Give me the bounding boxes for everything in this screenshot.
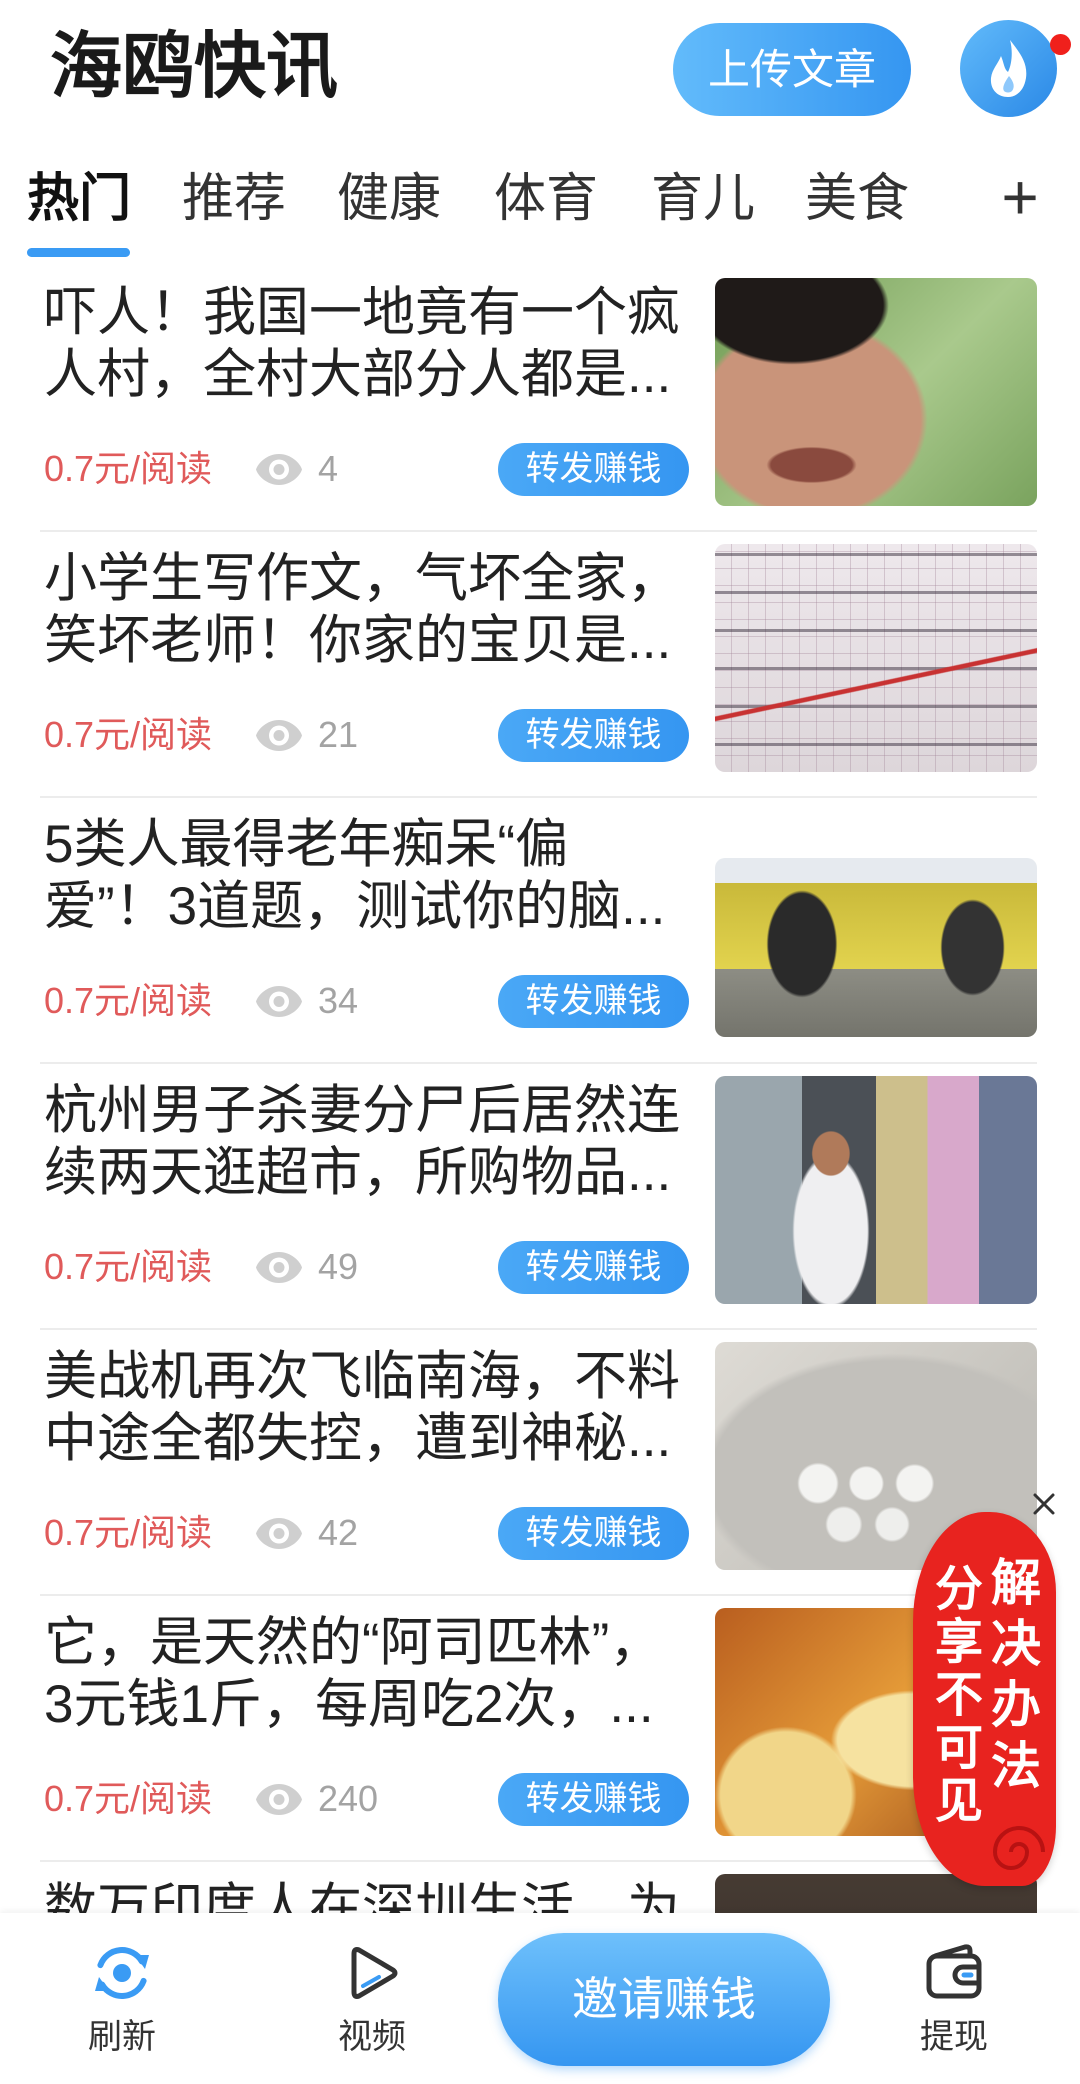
read-reward: 0.7元/阅读 xyxy=(44,448,213,489)
nav-withdraw[interactable]: 提现 xyxy=(894,1913,1014,2084)
view-count: 240 xyxy=(318,1778,379,1819)
tab-sports[interactable]: 体育 xyxy=(494,169,598,229)
eye-icon xyxy=(256,1784,302,1815)
share-earn-button[interactable]: 转发赚钱 xyxy=(498,975,689,1028)
view-count: 21 xyxy=(318,714,359,755)
nav-video-label: 视频 xyxy=(338,2018,406,2056)
view-count: 42 xyxy=(318,1512,359,1553)
article-title-line: 数万印度人在深圳生活，为 xyxy=(44,1879,680,1913)
nav-refresh-label: 刷新 xyxy=(88,2018,156,2056)
tab-hot[interactable]: 热门 xyxy=(27,169,131,229)
view-count: 4 xyxy=(318,448,339,489)
eye-icon xyxy=(256,1518,302,1549)
article-title-line: 笑坏老师！你家的宝贝是... xyxy=(44,611,672,670)
article-thumbnail xyxy=(715,278,1037,506)
article-thumbnail xyxy=(715,1076,1037,1304)
eye-icon xyxy=(256,454,302,485)
article-item[interactable]: 小学生写作文，气坏全家， 笑坏老师！你家的宝贝是... 0.7元/阅读 21 转… xyxy=(0,532,1080,798)
refresh-icon xyxy=(95,1947,149,1999)
share-invisible-help-badge[interactable]: 分享不可见 解决办法 xyxy=(913,1512,1056,1886)
wallet-icon xyxy=(926,1944,982,1999)
article-title-line: 人村，全村大部分人都是... xyxy=(44,345,672,404)
share-earn-button[interactable]: 转发赚钱 xyxy=(498,1507,689,1560)
article-title-line: 它，是天然的“阿司匹林”， xyxy=(44,1613,663,1672)
app-title: 海鸥快讯 xyxy=(50,27,339,107)
article-item[interactable]: 美战机再次飞临南海，不料 中途全都失控，遭到神秘... 0.7元/阅读 42 转… xyxy=(0,1330,1080,1596)
article-thumbnail xyxy=(715,858,1037,1037)
article-title-line: 吓人！我国一地竟有一个疯 xyxy=(44,283,680,342)
tab-health[interactable]: 健康 xyxy=(337,169,441,229)
app-header: 海鸥快讯 上传文章 xyxy=(0,0,1080,150)
read-reward: 0.7元/阅读 xyxy=(44,980,213,1021)
article-title-line: 中途全都失控，遭到神秘... xyxy=(44,1409,672,1468)
eye-icon xyxy=(256,720,302,751)
category-tabs: 热门 推荐 健康 体育 育儿 美食 + xyxy=(0,150,1080,266)
spiral-decoration xyxy=(992,1826,1045,1870)
article-title-line: 美战机再次飞临南海，不料 xyxy=(44,1347,680,1406)
flame-icon xyxy=(960,20,1057,117)
bottom-nav: 刷新 视频 邀请赚钱 提现 xyxy=(0,1913,1080,2084)
add-category-button[interactable]: + xyxy=(998,162,1042,232)
eye-icon xyxy=(256,986,302,1017)
article-title-line: 5类人最得老年痴呆“偏 xyxy=(44,815,569,874)
article-thumbnail xyxy=(715,544,1037,772)
article-item[interactable]: 吓人！我国一地竟有一个疯 人村，全村大部分人都是... 0.7元/阅读 4 转发… xyxy=(0,266,1080,532)
tab-parenting[interactable]: 育儿 xyxy=(651,169,755,229)
upload-article-button[interactable]: 上传文章 xyxy=(673,23,911,116)
share-earn-button[interactable]: 转发赚钱 xyxy=(498,709,689,762)
article-title-line: 3元钱1斤，每周吃2次，... xyxy=(44,1675,654,1734)
video-play-icon xyxy=(351,1947,398,1999)
article-item[interactable]: 数万印度人在深圳生活，为 xyxy=(0,1862,1080,1913)
article-item[interactable]: 杭州男子杀妻分尸后居然连 续两天逛超市，所购物品... 0.7元/阅读 49 转… xyxy=(0,1064,1080,1330)
article-title-line: 小学生写作文，气坏全家， xyxy=(44,549,680,608)
read-reward: 0.7元/阅读 xyxy=(44,1778,213,1819)
view-count: 34 xyxy=(318,980,359,1021)
tab-recommend[interactable]: 推荐 xyxy=(182,169,286,229)
read-reward: 0.7元/阅读 xyxy=(44,1512,213,1553)
notification-dot xyxy=(1050,34,1071,55)
nav-refresh[interactable]: 刷新 xyxy=(62,1913,182,2084)
share-earn-button[interactable]: 转发赚钱 xyxy=(498,1241,689,1294)
nav-video[interactable]: 视频 xyxy=(312,1913,432,2084)
article-title-line: 爱”！3道题，测试你的脑... xyxy=(44,877,666,936)
active-tab-indicator xyxy=(27,248,130,257)
article-item[interactable]: 5类人最得老年痴呆“偏 爱”！3道题，测试你的脑... 0.7元/阅读 34 转… xyxy=(0,798,1080,1064)
badge-text: 解决办法 xyxy=(991,1555,1041,1794)
share-earn-button[interactable]: 转发赚钱 xyxy=(498,443,689,496)
view-count: 49 xyxy=(318,1246,359,1287)
article-title-line: 续两天逛超市，所购物品... xyxy=(44,1143,672,1202)
badge-text: 分享不可见 xyxy=(935,1563,984,1828)
read-reward: 0.7元/阅读 xyxy=(44,1246,213,1287)
invite-earn-button[interactable]: 邀请赚钱 xyxy=(498,1933,830,2066)
close-icon[interactable] xyxy=(1030,1490,1058,1518)
tab-food[interactable]: 美食 xyxy=(805,169,909,229)
share-earn-button[interactable]: 转发赚钱 xyxy=(498,1773,689,1826)
article-title-line: 杭州男子杀妻分尸后居然连 xyxy=(44,1081,680,1140)
user-avatar[interactable] xyxy=(960,20,1057,117)
read-reward: 0.7元/阅读 xyxy=(44,714,213,755)
eye-icon xyxy=(256,1252,302,1283)
nav-withdraw-label: 提现 xyxy=(920,2018,988,2056)
